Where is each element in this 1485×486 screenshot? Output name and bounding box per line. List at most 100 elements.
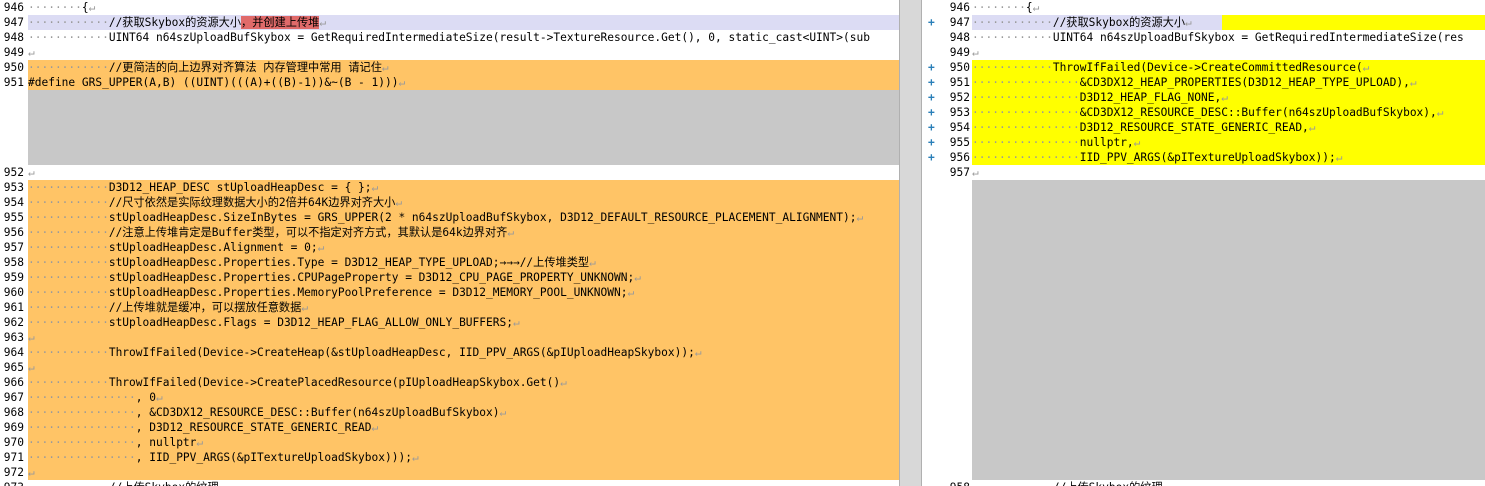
code-content[interactable]: ············stUploadHeapDesc.SizeInBytes… (28, 210, 899, 225)
code-line[interactable]: 952 ↵ (0, 165, 899, 180)
code-content[interactable]: ················, 0↵ (28, 390, 899, 405)
code-line[interactable]: 972 ↵ (0, 465, 899, 480)
code-line[interactable]: 964 ············ThrowIfFailed(Device->Cre… (0, 345, 899, 360)
code-text: IID_PPV_ARGS(&pITextureUploadSkybox)); (1079, 151, 1336, 164)
code-content[interactable]: ············ThrowIfFailed(Device->Create… (972, 60, 1485, 75)
code-line[interactable]: 960 ············stUploadHeapDesc.Properti… (0, 285, 899, 300)
code-content[interactable]: ↵ (28, 465, 899, 480)
pane-divider[interactable] (899, 0, 922, 486)
line-end-icon: ↵ (88, 1, 96, 14)
code-line[interactable]: 955 + ················nullptr,↵ (922, 135, 1485, 150)
code-content[interactable]: ············//上传堆就是缓冲，可以摆放任意数据↵ (28, 300, 899, 315)
code-line[interactable]: 947 + ············//获取Skybox的资源大小↵ (922, 15, 1485, 30)
code-line[interactable]: 952 + ················D3D12_HEAP_FLAG_NONE… (922, 90, 1485, 105)
code-content[interactable]: #define GRS_UPPER(A,B) ((UINT)(((A)+((B)… (28, 75, 899, 90)
code-content[interactable]: ················D3D12_RESOURCE_STATE_GEN… (972, 120, 1485, 135)
code-line[interactable]: 948 ············UINT64 n64szUploadBufSkyb… (0, 30, 899, 45)
code-content[interactable]: ············//上传Skybox的纹理 (972, 480, 1485, 486)
code-content[interactable]: ············D3D12_HEAP_DESC stUploadHeap… (28, 180, 899, 195)
code-line[interactable]: 946 ········{↵ (922, 0, 1485, 15)
code-content[interactable]: ············//注意上传堆肯定是Buffer类型，可以不指定对齐方式… (28, 225, 899, 240)
code-content[interactable]: ················, nullptr↵ (28, 435, 899, 450)
code-line[interactable]: 957 ············stUploadHeapDesc.Alignmen… (0, 240, 899, 255)
line-number: 959 (3, 271, 24, 284)
code-line[interactable]: 967 ················, 0↵ (0, 390, 899, 405)
line-end-icon: ↵ (196, 436, 204, 449)
code-line[interactable]: 950 + ············ThrowIfFailed(Device->Cr… (922, 60, 1485, 75)
code-line[interactable]: 951 #define GRS_UPPER(A,B) ((UINT)(((A)+(… (0, 75, 899, 90)
code-content[interactable]: ············ThrowIfFailed(Device->Create… (28, 375, 899, 390)
code-line[interactable]: 966 ············ThrowIfFailed(Device->Cre… (0, 375, 899, 390)
code-line[interactable]: 973 ············//上传Skybox的纹理 (0, 480, 899, 486)
code-content[interactable]: ············//上传Skybox的纹理 (28, 480, 899, 486)
code-line[interactable]: 968 ················, &CD3DX12_RESOURCE_D… (0, 405, 899, 420)
line-number: 957 (949, 166, 970, 179)
code-line[interactable]: 963 ↵ (0, 330, 899, 345)
code-line[interactable]: 971 ················, IID_PPV_ARGS(&pITex… (0, 450, 899, 465)
code-content[interactable]: ················&CD3DX12_HEAP_PROPERTIES… (972, 75, 1485, 90)
line-number: 955 (3, 211, 24, 224)
whitespace-dots: ············ (972, 31, 1053, 44)
code-text: , 0 (135, 391, 156, 404)
code-line[interactable]: 948 ············UINT64 n64szUploadBufSkyb… (922, 30, 1485, 45)
code-line[interactable]: 959 ············stUploadHeapDesc.Properti… (0, 270, 899, 285)
code-content[interactable]: ············stUploadHeapDesc.Properties.… (28, 270, 899, 285)
code-content[interactable]: ↵ (28, 360, 899, 375)
code-content[interactable]: ················, &CD3DX12_RESOURCE_DESC… (28, 405, 899, 420)
code-line[interactable]: 958············//上传Skybox的纹理 (922, 480, 1485, 486)
code-content[interactable]: ················IID_PPV_ARGS(&pITextureU… (972, 150, 1485, 165)
line-end-icon: ↵ (1308, 121, 1316, 134)
code-line[interactable]: 962 ············stUploadHeapDesc.Flags = … (0, 315, 899, 330)
code-line[interactable]: 956 + ················IID_PPV_ARGS(&pIText… (922, 150, 1485, 165)
code-content[interactable]: ············//尺寸依然是实际纹理数据大小的2倍并64K边界对齐大小… (28, 195, 899, 210)
code-line[interactable]: 961 ············//上传堆就是缓冲，可以摆放任意数据↵ (0, 300, 899, 315)
line-number: 952 (3, 166, 24, 179)
line-number: 963 (3, 331, 24, 344)
code-content[interactable]: ········{↵ (28, 0, 899, 15)
code-line[interactable]: 958 ············stUploadHeapDesc.Properti… (0, 255, 899, 270)
whitespace-dots: ················ (28, 421, 136, 434)
code-content[interactable]: ↵ (28, 330, 899, 345)
code-content[interactable]: ↵ (28, 45, 899, 60)
code-line[interactable]: 970 ················, nullptr↵ (0, 435, 899, 450)
code-content[interactable]: ············//更简洁的向上边界对齐算法 内存管理中常用 请记住↵ (28, 60, 899, 75)
code-content[interactable]: ················, D3D12_RESOURCE_STATE_G… (28, 420, 899, 435)
code-line[interactable]: 954 + ················D3D12_RESOURCE_STATE… (922, 120, 1485, 135)
code-line[interactable]: 954 ············//尺寸依然是实际纹理数据大小的2倍并64K边界对… (0, 195, 899, 210)
code-line[interactable]: 955 ············stUploadHeapDesc.SizeInBy… (0, 210, 899, 225)
code-line[interactable]: 946 ········{↵ (0, 0, 899, 15)
line-end-icon: ↵ (1436, 106, 1444, 119)
code-content[interactable]: ················&CD3DX12_RESOURCE_DESC::… (972, 105, 1485, 120)
left-diff-pane[interactable]: 946 ········{↵ 947 ············//获取Skybox的资… (0, 0, 899, 486)
code-line[interactable]: 951 + ················&CD3DX12_HEAP_PROPER… (922, 75, 1485, 90)
code-line[interactable]: 965 ↵ (0, 360, 899, 375)
code-content[interactable]: ············//获取Skybox的资源大小↵ (972, 15, 1485, 30)
code-content[interactable]: ············ThrowIfFailed(Device->Create… (28, 345, 899, 360)
code-line[interactable]: 956 ············//注意上传堆肯定是Buffer类型，可以不指定对… (0, 225, 899, 240)
code-line[interactable]: 957 ↵ (922, 165, 1485, 180)
code-content[interactable]: ················D3D12_HEAP_FLAG_NONE,↵ (972, 90, 1485, 105)
code-content[interactable]: ↵ (972, 45, 1485, 60)
code-content[interactable]: ············stUploadHeapDesc.Properties.… (28, 255, 899, 270)
code-content[interactable]: ↵ (972, 165, 1485, 180)
code-content[interactable]: ············UINT64 n64szUploadBufSkybox … (972, 30, 1485, 45)
line-end-icon: ↵ (499, 406, 507, 419)
code-content[interactable]: ········{↵ (972, 0, 1485, 15)
watermark: https://blog.csdn.net/u013412391 (1269, 458, 1477, 474)
right-diff-pane[interactable]: 946 ········{↵ 947 + ············//获取Skybox的… (922, 0, 1485, 486)
code-line[interactable]: 953 + ················&CD3DX12_RESOURCE_DE… (922, 105, 1485, 120)
code-content[interactable]: ↵ (28, 165, 899, 180)
code-content[interactable]: ············stUploadHeapDesc.Flags = D3D… (28, 315, 899, 330)
code-content[interactable]: ············stUploadHeapDesc.Properties.… (28, 285, 899, 300)
code-content[interactable]: ············//获取Skybox的资源大小，并创建上传堆↵ (28, 15, 899, 30)
code-line[interactable]: 949 ↵ (0, 45, 899, 60)
code-line[interactable]: 969 ················, D3D12_RESOURCE_STAT… (0, 420, 899, 435)
code-content[interactable]: ················nullptr,↵ (972, 135, 1485, 150)
code-content[interactable]: ················, IID_PPV_ARGS(&pITextur… (28, 450, 899, 465)
code-line[interactable]: 950 ············//更简洁的向上边界对齐算法 内存管理中常用 请记… (0, 60, 899, 75)
code-line[interactable]: 947 ············//获取Skybox的资源大小，并创建上传堆↵ (0, 15, 899, 30)
code-content[interactable]: ············stUploadHeapDesc.Alignment =… (28, 240, 899, 255)
code-line[interactable]: 953 ············D3D12_HEAP_DESC stUploadH… (0, 180, 899, 195)
code-line[interactable]: 949 ↵ (922, 45, 1485, 60)
code-content[interactable]: ············UINT64 n64szUploadBufSkybox … (28, 30, 899, 45)
